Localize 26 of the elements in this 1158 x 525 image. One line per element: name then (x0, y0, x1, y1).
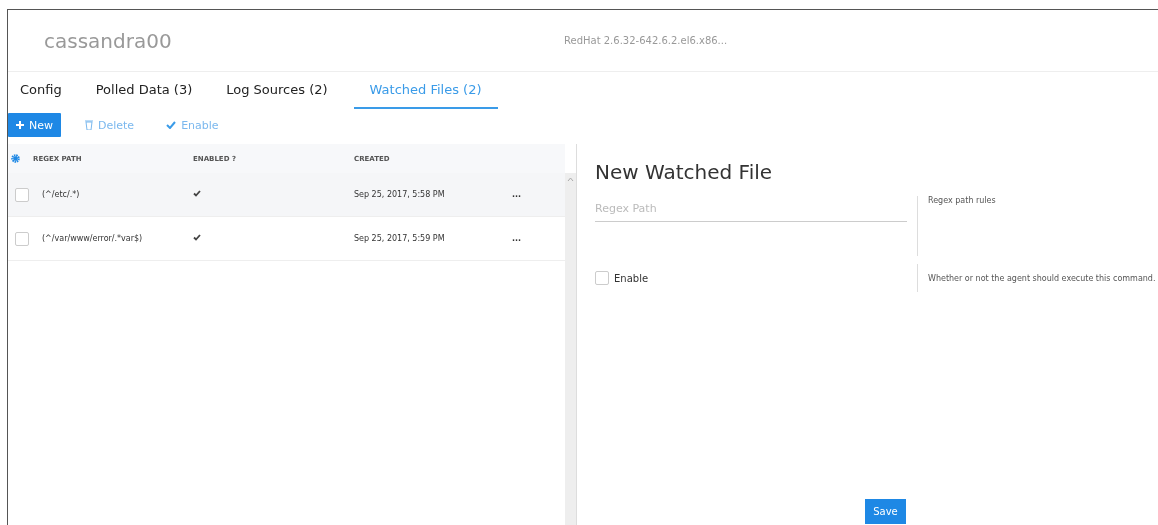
tab[interactable]: Polled Data (3) (87, 72, 201, 109)
help-text: Whether or not the agent should execute this command. (928, 273, 1156, 283)
plus-icon (16, 121, 24, 129)
form-title: New Watched File (595, 160, 774, 184)
save-button[interactable]: Save (865, 499, 906, 524)
scroll-up-icon[interactable] (567, 177, 574, 182)
row-checkbox[interactable] (15, 187, 29, 202)
check-icon (166, 121, 177, 129)
more-button[interactable]: ... (512, 190, 522, 199)
table-cell-text: Sep 25, 2017, 5:59 PM (354, 234, 446, 243)
table-cell-text: (^/etc/.*) (42, 190, 81, 199)
help-text: Regex path rules (928, 196, 996, 205)
host-subtitle: RedHat 2.6.32-642.6.2.el6.x86... (564, 35, 728, 46)
tab[interactable]: Log Sources (2) (218, 72, 336, 109)
table-cell-text: Sep 25, 2017, 5:58 PM (354, 190, 446, 199)
row-checkbox[interactable] (15, 231, 29, 246)
gear-icon[interactable] (11, 154, 20, 163)
checkbox-label: Enable (614, 272, 649, 284)
enable-checkbox[interactable] (595, 271, 609, 285)
table-cell-text: (^/var/www/error/.*var$) (42, 234, 144, 243)
scrollbar[interactable] (565, 173, 576, 525)
tab[interactable]: Config (12, 72, 70, 109)
new-button[interactable]: New (8, 113, 61, 137)
more-button[interactable]: ... (512, 234, 522, 243)
trash-icon (85, 120, 93, 130)
host-title: cassandra00 (44, 28, 173, 53)
